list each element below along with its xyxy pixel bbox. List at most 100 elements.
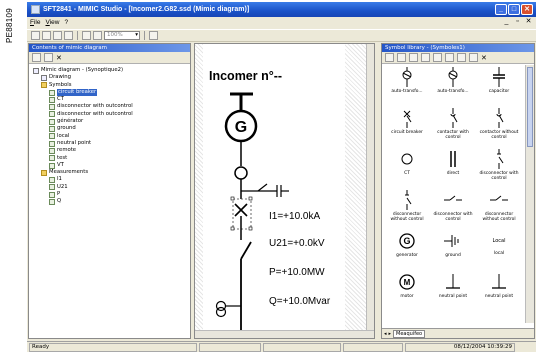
properties-icon[interactable] xyxy=(457,53,466,62)
close-button[interactable]: ✕ xyxy=(521,4,533,15)
folder-icon xyxy=(41,82,47,89)
delete-icon[interactable]: ✕ xyxy=(481,54,487,62)
symbol-icon xyxy=(49,133,55,140)
mdi-close-button[interactable]: ✕ xyxy=(524,18,533,26)
library-symbol[interactable]: auto-transfo... xyxy=(430,65,476,106)
symbol-icon xyxy=(49,155,55,162)
symbol-icon xyxy=(49,177,55,184)
tree-item[interactable]: Drawing xyxy=(33,74,190,81)
symbol-label: disconnector without control xyxy=(390,212,424,222)
horizontal-scrollbar[interactable] xyxy=(195,330,374,338)
measurement-u21: U21=+0.0kV xyxy=(269,238,325,249)
mdi-minimize-button[interactable]: _ xyxy=(502,18,511,26)
mdi-controls: _ ▫ ✕ xyxy=(502,18,533,26)
window-controls: _ □ ✕ xyxy=(495,4,533,15)
library-symbol[interactable]: Mmotor xyxy=(384,270,430,311)
mdi-restore-button[interactable]: ▫ xyxy=(513,18,522,26)
folder-icon xyxy=(41,169,47,176)
selection-box xyxy=(232,198,252,230)
symbol-label: motor xyxy=(400,294,414,299)
library-toolbar: ✕ xyxy=(382,52,534,64)
tree-item[interactable]: remote xyxy=(33,147,190,154)
library-symbol[interactable]: disconnector without control xyxy=(384,188,430,229)
tree-item[interactable]: disconnector with outcontrol xyxy=(33,111,190,118)
symbol-label: neutral point xyxy=(438,294,468,299)
tree-item[interactable]: Measurements xyxy=(33,169,190,176)
library-symbol[interactable]: disconnector with control xyxy=(430,188,476,229)
tree-item[interactable]: disconnector with outcontrol xyxy=(33,103,190,111)
save-all-icon[interactable] xyxy=(64,31,73,40)
library-symbol[interactable]: capacitor xyxy=(476,65,522,106)
auto-transformer-icon xyxy=(396,67,418,89)
delete-icon[interactable]: ✕ xyxy=(56,54,62,62)
library-symbol[interactable]: CT xyxy=(384,147,430,188)
tree-item[interactable]: Symbols xyxy=(33,82,190,89)
tree-item[interactable]: Q xyxy=(33,198,190,205)
mimic-diagram-canvas[interactable]: Incomer n°-- G I1=+10.0kA U21=+0.0kV P=+… xyxy=(194,43,375,339)
new-item-icon[interactable] xyxy=(469,53,478,62)
library-symbol[interactable]: direct xyxy=(430,147,476,188)
vertical-scrollbar[interactable] xyxy=(366,44,374,330)
zoom-select[interactable]: 100% xyxy=(104,31,140,40)
menu-file[interactable]: File xyxy=(30,19,41,26)
library-symbol[interactable]: disconnector with control xyxy=(476,147,522,188)
save-icon[interactable] xyxy=(53,31,62,40)
menu-view[interactable]: View xyxy=(46,19,60,26)
new-file-icon[interactable] xyxy=(31,31,40,40)
zoom-in-icon[interactable] xyxy=(82,31,91,40)
library-symbol[interactable]: disconnector without control xyxy=(476,188,522,229)
open-file-icon[interactable] xyxy=(397,53,406,62)
maximize-button[interactable]: □ xyxy=(508,4,520,15)
tree-item[interactable]: P xyxy=(33,191,190,198)
tree-item[interactable]: Mimic diagram - (Synoptique2) xyxy=(33,67,190,74)
figure-code-label: PE88109 xyxy=(0,0,18,353)
library-symbol[interactable]: contactor without control xyxy=(476,106,522,147)
panel-toolbar: ✕ xyxy=(29,52,190,64)
symbol-icon xyxy=(49,140,55,147)
ct-symbol[interactable] xyxy=(234,166,248,180)
tree-item[interactable]: ground xyxy=(33,125,190,133)
new-file-icon[interactable] xyxy=(385,53,394,62)
panel-title: Contents of mimic diagram xyxy=(29,44,190,52)
tree-item[interactable]: test xyxy=(33,155,190,162)
svg-text:M: M xyxy=(404,278,411,287)
tree-item[interactable]: circuit breaker xyxy=(33,88,190,97)
open-file-icon[interactable] xyxy=(42,31,51,40)
cut-icon[interactable] xyxy=(421,53,430,62)
library-scrollbar[interactable] xyxy=(525,65,534,323)
minimize-button[interactable]: _ xyxy=(495,4,507,15)
library-symbol[interactable]: neutral point xyxy=(476,270,522,311)
save-icon[interactable] xyxy=(409,53,418,62)
library-symbol[interactable]: Local local xyxy=(476,229,522,270)
scroll-thumb[interactable] xyxy=(527,67,533,147)
properties-icon[interactable] xyxy=(149,31,158,40)
new-item-icon[interactable] xyxy=(44,53,53,62)
disconnector-symbol[interactable] xyxy=(240,241,252,260)
tab-library[interactable]: Meaquifeo xyxy=(393,329,426,338)
library-symbol[interactable]: ground xyxy=(430,229,476,270)
tree-item-label: test xyxy=(57,154,68,161)
library-symbol[interactable]: contactor with control xyxy=(430,106,476,147)
tree-item[interactable]: I1 xyxy=(33,176,190,184)
tree-item-label: VT xyxy=(57,161,64,168)
paste-icon[interactable] xyxy=(445,53,454,62)
canvas-margin-left xyxy=(195,44,203,330)
symbol-grid: auto-transfo... auto-transfo... capacitor c… xyxy=(384,65,524,311)
tree-item[interactable]: générator xyxy=(33,118,190,125)
tree-item[interactable]: neutral point xyxy=(33,140,190,147)
library-symbol[interactable]: Ggenerator xyxy=(384,229,430,270)
tree-item-label: disconnector with outcontrol xyxy=(57,110,133,117)
library-symbol[interactable]: auto-transfo... xyxy=(384,65,430,106)
tab-scroll-right-icon[interactable]: ▸ xyxy=(389,331,392,337)
tab-scroll-left-icon[interactable]: ◂ xyxy=(384,331,387,337)
menu-help[interactable]: ? xyxy=(64,19,68,26)
properties-icon[interactable] xyxy=(32,53,41,62)
tree-item[interactable]: U21 xyxy=(33,184,190,191)
copy-icon[interactable] xyxy=(433,53,442,62)
library-symbol[interactable]: circuit breaker xyxy=(384,106,430,147)
tree-item[interactable]: VT xyxy=(33,162,190,169)
zoom-out-icon[interactable] xyxy=(93,31,102,40)
tree-item[interactable]: local xyxy=(33,133,190,140)
library-symbol[interactable]: neutral point xyxy=(430,270,476,311)
tree-item[interactable]: CT xyxy=(33,96,190,103)
